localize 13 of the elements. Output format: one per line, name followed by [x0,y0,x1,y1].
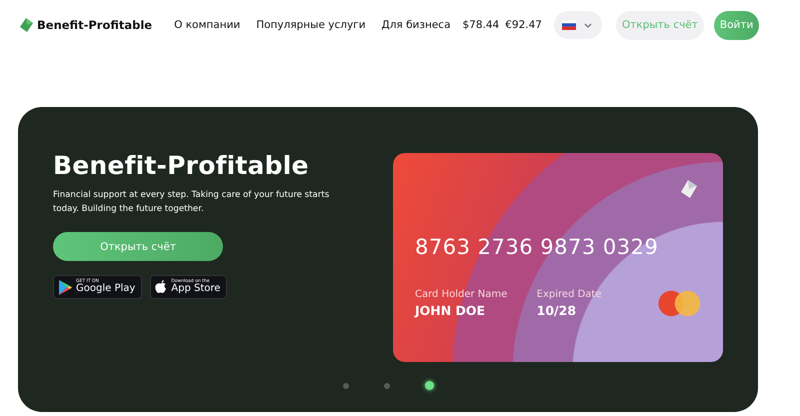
hero-description: Financial support at every step. Taking care of your future starts today. Building the future together. [53,189,330,216]
card-holder-label: Card Holder Name [415,289,508,300]
card-holder-name: JOHN DOE [415,303,486,318]
nav-link[interactable]: Для бизнеса [382,19,450,31]
nav-link[interactable]: Популярные услуги [256,19,366,31]
currency-rate: $78.44 [462,19,500,31]
nav-link[interactable]: О компании [174,19,240,31]
hero-title: Benefit-Profitable [53,150,310,182]
expiry-date: 10/28 [536,303,578,318]
expiry-label: Expired Date [536,289,602,300]
currency-rate: €92.47 [505,19,542,31]
logo-text[interactable]: Benefit-Profitable [37,18,152,32]
card-number: 8763 2736 9873 0329 [415,235,660,259]
